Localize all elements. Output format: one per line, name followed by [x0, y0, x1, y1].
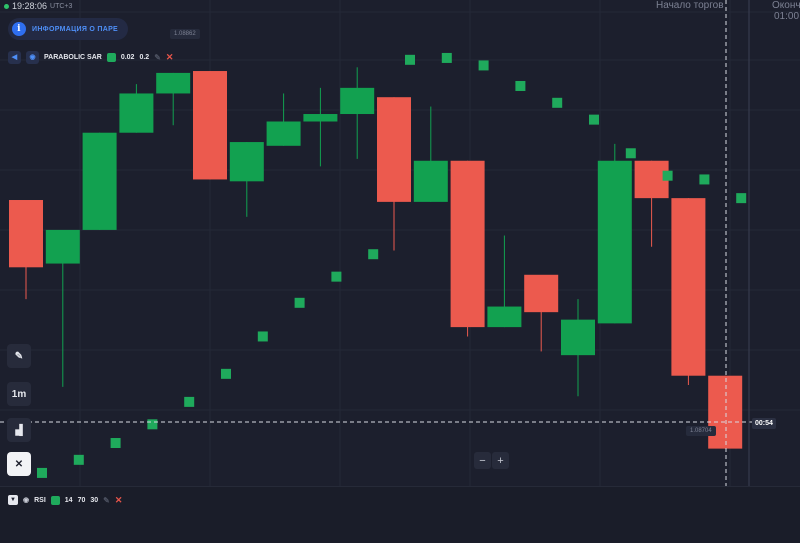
- zoom-in-button[interactable]: +: [492, 452, 509, 469]
- collapse-arrow-icon[interactable]: ◀: [8, 50, 21, 64]
- edit-pencil-icon[interactable]: ✎: [154, 53, 161, 62]
- chart-type-button[interactable]: ▗▌: [7, 418, 31, 442]
- candle-body: [9, 200, 43, 268]
- timezone: UTC+3: [50, 2, 73, 10]
- session-end-label: Оконч: [772, 0, 800, 11]
- sar-dot: [368, 249, 379, 260]
- candle-body: [229, 142, 264, 182]
- sar-dot: [184, 396, 195, 407]
- candle-body: [119, 93, 154, 133]
- chart-type-icon: ▗▌: [11, 424, 27, 436]
- candle-timer: 00:54: [752, 418, 776, 429]
- zoom-out-button[interactable]: −: [474, 452, 491, 469]
- sar-dot: [73, 454, 84, 465]
- candle-body: [561, 319, 595, 356]
- candle-body: [377, 97, 411, 202]
- candle-body: [671, 198, 706, 376]
- sar-dot: [589, 114, 599, 125]
- sar-dot: [552, 97, 563, 108]
- collapse-chevron-icon[interactable]: ▼: [8, 495, 18, 505]
- sar-dot: [405, 54, 415, 65]
- timeframe-button[interactable]: 1m: [7, 382, 31, 406]
- price-chart[interactable]: [0, 0, 800, 542]
- rsi-lower[interactable]: 30: [90, 497, 98, 504]
- clock-time: 19:28:06: [12, 1, 48, 11]
- candle-body: [450, 160, 485, 328]
- remove-indicator-icon[interactable]: ✕: [166, 52, 174, 63]
- candle-body: [303, 114, 338, 122]
- edit-pencil-icon[interactable]: ✎: [103, 496, 110, 505]
- session-end-time: 01:00: [774, 11, 800, 22]
- sar-param-step[interactable]: 0.02: [121, 54, 135, 61]
- tools-icon: ✕: [14, 458, 24, 470]
- sar-dot: [147, 419, 158, 430]
- candle-body: [82, 132, 117, 230]
- sar-dot: [294, 297, 305, 308]
- sar-dot: [625, 148, 636, 159]
- remove-indicator-icon[interactable]: ✕: [115, 495, 123, 506]
- sar-dot: [441, 52, 452, 63]
- sar-dot: [257, 331, 268, 342]
- rsi-period[interactable]: 14: [65, 497, 73, 504]
- pair-info-button[interactable]: i ИНФОРМАЦИЯ О ПАРЕ: [8, 18, 129, 40]
- pencil-icon: ✎: [14, 350, 24, 362]
- sar-dot: [110, 438, 121, 449]
- rsi-indicator-bar: ▼ ◉ RSI 14 70 30 ✎ ✕: [8, 494, 122, 506]
- online-indicator-icon: [4, 3, 9, 9]
- candle-body: [597, 160, 632, 324]
- info-icon: i: [12, 22, 26, 36]
- sar-color-swatch[interactable]: [106, 52, 116, 62]
- rsi-upper[interactable]: 70: [78, 497, 86, 504]
- candle-body: [524, 274, 559, 313]
- candle-body: [340, 87, 375, 115]
- status-bar: 19:28:06 UTC+3: [0, 0, 72, 12]
- draw-pencil-button[interactable]: ✎: [7, 344, 31, 368]
- candle-body: [193, 71, 227, 180]
- tools-button[interactable]: ✕: [7, 452, 31, 476]
- sar-dot: [515, 80, 526, 91]
- visibility-eye-icon[interactable]: ◉: [26, 50, 39, 64]
- sar-dot: [221, 368, 231, 379]
- rsi-color-swatch[interactable]: [50, 495, 60, 505]
- candle-body: [266, 121, 301, 146]
- pair-info-label: ИНФОРМАЦИЯ О ПАРЕ: [32, 25, 119, 33]
- sar-dot: [699, 174, 710, 185]
- candle-body: [45, 229, 80, 264]
- sar-param-max[interactable]: 0.2: [139, 54, 149, 61]
- candle-body: [156, 72, 191, 94]
- session-start-label: Начало торгов: [656, 0, 724, 11]
- candle-body: [487, 306, 522, 328]
- sar-dot: [331, 271, 342, 282]
- price-label-top: 1.08862: [170, 29, 200, 39]
- visibility-eye-icon[interactable]: ◉: [23, 496, 29, 504]
- candle-body: [708, 375, 743, 449]
- candle-body: [413, 160, 448, 202]
- rsi-name: RSI: [34, 496, 46, 504]
- sar-dot: [662, 170, 673, 181]
- sar-dot: [37, 467, 47, 478]
- sar-indicator-bar: ◀ ◉ PARABOLIC SAR 0.02 0.2 ✎ ✕: [8, 50, 173, 64]
- price-label-current: 1.08704: [686, 426, 716, 436]
- sar-dot: [478, 60, 489, 71]
- sar-name: PARABOLIC SAR: [44, 53, 102, 61]
- sar-dot: [736, 193, 747, 204]
